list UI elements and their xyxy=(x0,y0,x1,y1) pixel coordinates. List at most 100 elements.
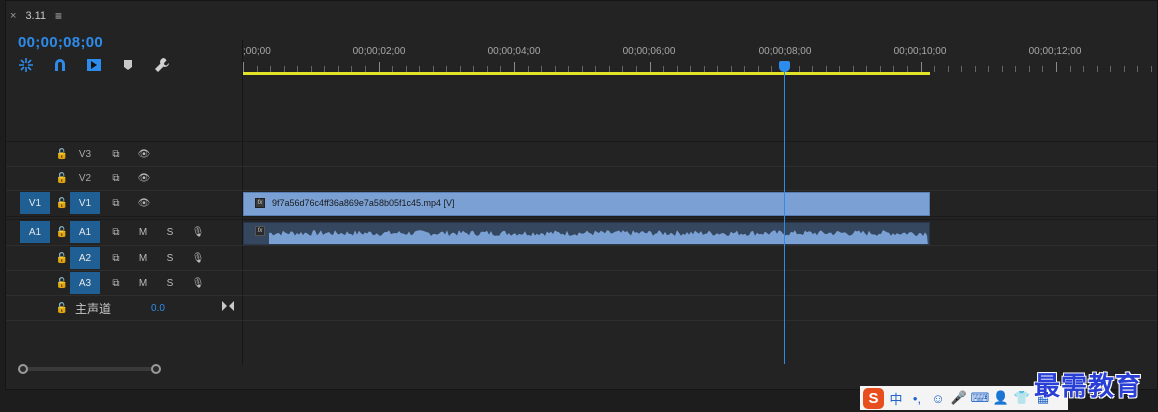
waveform-shape xyxy=(269,230,928,244)
lock-icon[interactable]: 🔓 xyxy=(54,195,70,211)
sogou-logo-icon[interactable]: S xyxy=(863,387,884,409)
playhead-handle[interactable] xyxy=(779,61,790,72)
user-icon[interactable]: 👤 xyxy=(992,389,1010,407)
track-master: 🔓 主声道 0.0 xyxy=(6,296,1157,320)
scrollbar-right-handle[interactable] xyxy=(151,364,161,374)
audio-waveform xyxy=(269,230,928,244)
eye-icon[interactable]: 👁 xyxy=(136,146,152,162)
emoji-icon[interactable]: ☺ xyxy=(929,389,947,407)
fx-badge-icon: fx xyxy=(255,198,265,208)
ruler-tick xyxy=(650,62,651,72)
ruler-label: ;00;00 xyxy=(243,46,271,57)
ruler-tick xyxy=(921,62,922,72)
mute-button[interactable]: M xyxy=(135,275,151,291)
lock-icon[interactable]: 🔓 xyxy=(54,300,70,316)
microphone-icon[interactable]: 🎙 xyxy=(190,250,206,266)
sync-lock-icon[interactable]: ⧉ xyxy=(108,195,124,211)
bowtie-icon[interactable] xyxy=(220,298,236,314)
ruler-label: 00;00;04;00 xyxy=(487,46,541,57)
zoom-scrollbar[interactable] xyxy=(18,364,161,374)
ruler-tick xyxy=(1070,66,1071,72)
ruler-tick xyxy=(934,66,935,72)
work-area-bar[interactable] xyxy=(243,72,930,75)
sync-lock-icon[interactable]: ⧉ xyxy=(108,224,124,240)
track-label-v2[interactable]: V2 xyxy=(70,167,100,189)
watermark-text: 最需教育 xyxy=(1034,372,1143,402)
playhead-timecode[interactable]: 00;00;08;00 xyxy=(18,34,103,51)
sync-lock-icon[interactable]: ⧉ xyxy=(108,146,124,162)
source-patch-v1[interactable]: V1 xyxy=(20,192,50,214)
panel-menu-icon[interactable]: ≡ xyxy=(55,9,62,23)
ruler-tick xyxy=(379,62,380,72)
sync-lock-icon[interactable]: ⧉ xyxy=(108,170,124,186)
close-tab-icon[interactable]: × xyxy=(10,10,16,22)
mute-button[interactable]: M xyxy=(135,250,151,266)
track-target-a3[interactable]: A3 xyxy=(70,272,100,294)
ruler-tick xyxy=(1056,62,1057,72)
master-volume-value[interactable]: 0.0 xyxy=(151,303,165,314)
skin-icon[interactable]: 👕 xyxy=(1013,389,1031,407)
audio-clip[interactable]: fx xyxy=(243,222,930,245)
ruler-tick xyxy=(1137,66,1138,72)
ruler-tick xyxy=(948,66,949,72)
timeline-toolbar xyxy=(16,56,172,74)
lock-icon[interactable]: 🔓 xyxy=(54,146,70,162)
add-marker-icon[interactable] xyxy=(118,56,138,74)
ruler-tick xyxy=(1042,66,1043,72)
track-separator xyxy=(6,320,1157,321)
sequence-tab[interactable]: × 3.11 ≡ xyxy=(10,8,62,24)
master-track-label: 主声道 xyxy=(75,302,112,316)
ruler-tick xyxy=(961,66,962,72)
microphone-icon[interactable]: 🎙 xyxy=(190,224,206,240)
eye-icon[interactable]: 👁 xyxy=(136,170,152,186)
linked-selection-icon[interactable] xyxy=(84,56,104,74)
ruler-ticks xyxy=(243,62,1157,72)
track-target-v1[interactable]: V1 xyxy=(70,192,100,214)
av-separator xyxy=(6,216,1157,217)
scrollbar-track[interactable] xyxy=(23,367,156,371)
lock-icon[interactable]: 🔓 xyxy=(54,250,70,266)
snap-icon[interactable] xyxy=(50,56,70,74)
keyboard-icon[interactable]: ⌨ xyxy=(971,389,990,407)
ruler-tick xyxy=(1151,66,1152,72)
solo-button[interactable]: S xyxy=(162,275,178,291)
track-target-a1[interactable]: A1 xyxy=(70,221,100,243)
source-patch-a1[interactable]: A1 xyxy=(20,221,50,243)
sequence-title: 3.11 xyxy=(25,10,47,22)
ruler-label: 00;00;02;00 xyxy=(352,46,406,57)
scrollbar-left-handle[interactable] xyxy=(18,364,28,374)
solo-button[interactable]: S xyxy=(162,250,178,266)
ruler-label: 00;00;10;00 xyxy=(893,46,947,57)
track-v3: 🔓 V3 ⧉ 👁 xyxy=(6,142,1157,166)
sync-lock-icon[interactable]: ⧉ xyxy=(108,275,124,291)
playhead-line[interactable] xyxy=(784,70,785,364)
ruler-tick xyxy=(975,66,976,72)
track-label-v3[interactable]: V3 xyxy=(70,143,100,165)
punctuation-icon[interactable]: •, xyxy=(908,389,926,407)
track-target-a2[interactable]: A2 xyxy=(70,247,100,269)
nest-icon[interactable] xyxy=(16,56,36,74)
voice-icon[interactable]: 🎤 xyxy=(950,389,968,407)
ruler-tick xyxy=(1110,66,1111,72)
solo-button[interactable]: S xyxy=(162,224,178,240)
settings-wrench-icon[interactable] xyxy=(152,56,172,74)
ruler-tick xyxy=(514,62,515,72)
eye-icon[interactable]: 👁 xyxy=(136,195,152,211)
ruler-tick xyxy=(243,62,244,72)
video-clip[interactable]: fx 9f7a56d76c4ff36a869e7a58b05f1c45.mp4 … xyxy=(243,192,930,216)
track-a2: 🔓 A2 ⧉ M S 🎙 xyxy=(6,246,1157,270)
ruler-label: 00;00;12;00 xyxy=(1028,46,1082,57)
sync-lock-icon[interactable]: ⧉ xyxy=(108,250,124,266)
ruler-label: 00;00;06;00 xyxy=(622,46,676,57)
ruler-tick xyxy=(1124,66,1125,72)
mute-button[interactable]: M xyxy=(135,224,151,240)
lock-icon[interactable]: 🔓 xyxy=(54,224,70,240)
lock-icon[interactable]: 🔓 xyxy=(54,170,70,186)
ruler-tick xyxy=(1015,66,1016,72)
microphone-icon[interactable]: 🎙 xyxy=(190,275,206,291)
track-v2: 🔓 V2 ⧉ 👁 xyxy=(6,167,1157,190)
lock-icon[interactable]: 🔓 xyxy=(54,275,70,291)
chinese-mode-icon[interactable]: 中 xyxy=(887,389,905,407)
ruler-tick xyxy=(1029,66,1030,72)
ruler-tick xyxy=(1083,66,1084,72)
